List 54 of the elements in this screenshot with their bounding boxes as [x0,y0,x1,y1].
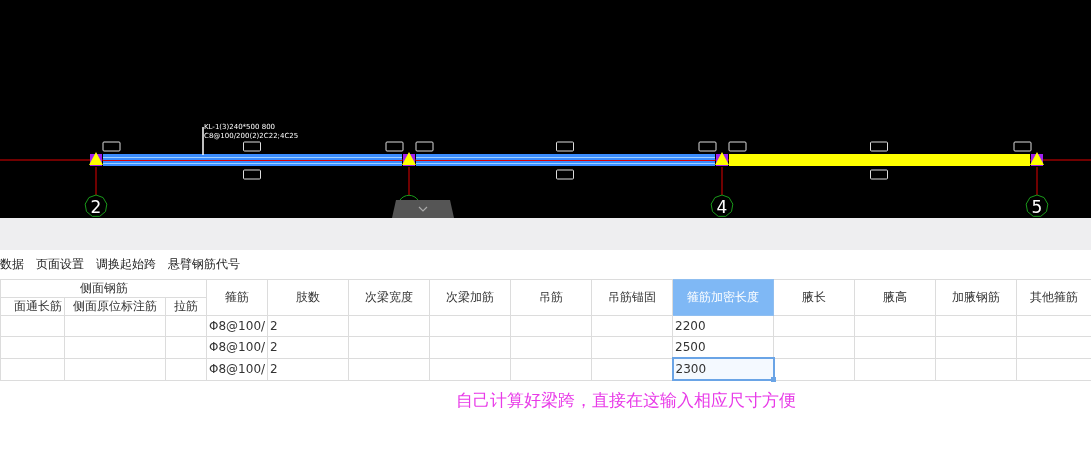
annotation-box [102,141,121,152]
axis-bubble: 4 [710,194,734,217]
column-header[interactable]: 面通长筋 [0,297,65,316]
annotation-box [556,169,574,180]
table-cell[interactable]: 2200 [672,315,774,337]
support-icon [89,152,103,166]
beam-span[interactable] [416,154,715,166]
annotation-box [385,141,404,152]
menu-item[interactable]: 调换起始跨 [96,256,156,273]
column-header[interactable]: 拉筋 [165,297,207,316]
table-cell[interactable]: 2 [267,358,349,380]
annotation-box [870,141,888,152]
axis-line [1036,166,1038,196]
column-header[interactable]: 吊筋 [510,279,592,316]
menu-item[interactable]: 悬臂钢筋代号 [168,256,240,273]
menu-item[interactable]: 数据 [0,256,24,273]
annotation-box [1013,141,1032,152]
column-header[interactable]: 次梁宽度 [348,279,430,316]
table-cell[interactable]: 2 [267,336,349,358]
support-icon [715,152,729,166]
note-text: 自己计算好梁跨，直接在这输入相应尺寸方便 [456,390,796,410]
table-cell[interactable]: Φ8@100/ [206,336,268,358]
collapse-tab[interactable] [392,200,454,218]
table-cell[interactable]: Φ8@100/ [206,315,268,337]
column-header[interactable]: 侧面原位标注筋 [64,297,166,316]
annotation-box [243,169,261,180]
column-header[interactable]: 肢数 [267,279,349,316]
annotation-box [556,141,574,152]
annotation-box [728,141,747,152]
table-cell[interactable]: 2 [267,315,349,337]
axis-bubble: 5 [1025,194,1049,217]
axis-line [95,166,97,196]
table-cell[interactable]: Φ8@100/ [206,358,268,380]
leader-line [202,126,204,156]
column-header[interactable]: 其他箍筋 [1016,279,1091,316]
column-header[interactable]: 腋高 [854,279,936,316]
column-header: 侧面钢筋 [0,279,207,298]
annotation-box [870,169,888,180]
menu-item[interactable]: 页面设置 [36,256,84,273]
beam-span[interactable] [103,154,402,166]
annotation-box [698,141,717,152]
column-header[interactable]: 腋长 [773,279,855,316]
column-header[interactable]: 吊筋锚固 [591,279,673,316]
axis-line [408,166,410,196]
axis-line [721,166,723,196]
support-icon [402,152,416,166]
annotation-box [243,141,261,152]
column-header[interactable]: 加腋钢筋 [935,279,1017,316]
table-cell[interactable]: 2300 [672,358,774,380]
annotation-box [415,141,434,152]
column-header[interactable]: 箍筋 [206,279,268,316]
axis-bubble: 2 [84,194,108,217]
support-icon [1030,152,1044,166]
column-header[interactable]: 次梁加筋 [429,279,511,316]
